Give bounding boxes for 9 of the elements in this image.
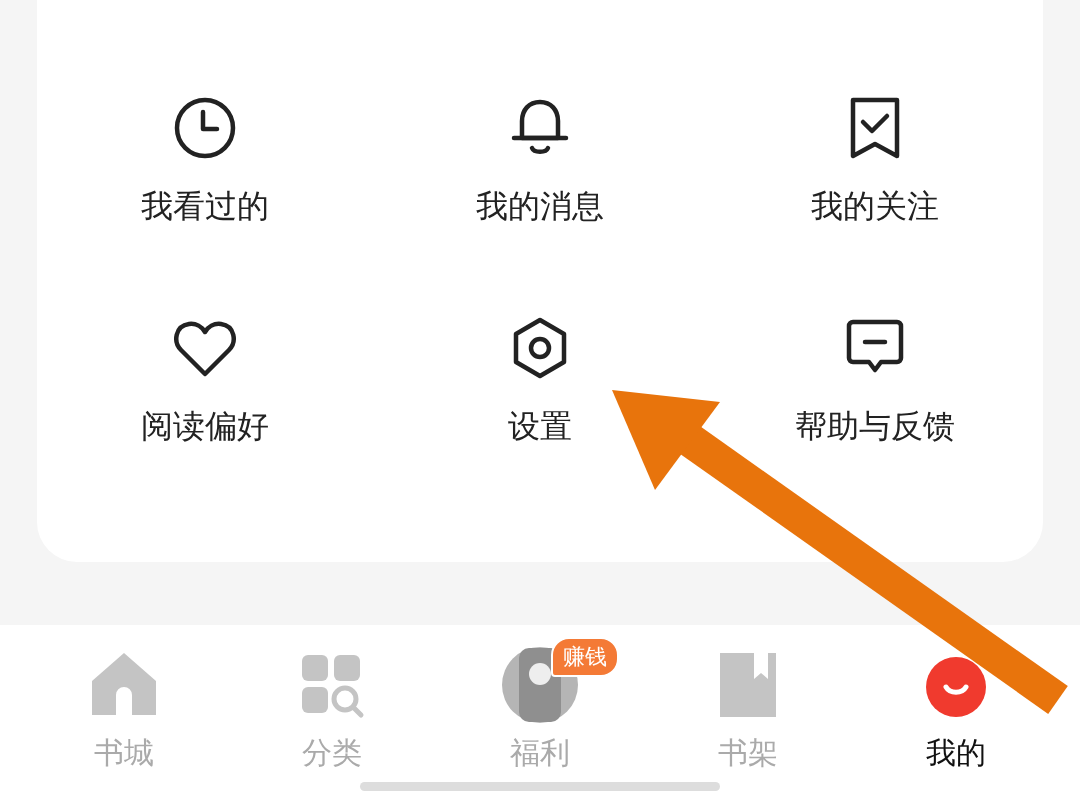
function-item[interactable]: 我的消息 bbox=[372, 96, 708, 226]
function-item[interactable]: 我的关注 bbox=[707, 96, 1043, 226]
function-item[interactable]: 我看过的 bbox=[37, 96, 373, 226]
function-item[interactable]: 设置 bbox=[372, 316, 708, 446]
clock-icon bbox=[172, 96, 237, 160]
function-item[interactable]: 帮助与反馈 bbox=[707, 316, 1043, 446]
function-item[interactable]: 阅读偏好 bbox=[37, 316, 373, 446]
tab[interactable]: 我的 bbox=[852, 625, 1060, 774]
badge: 赚钱 bbox=[551, 637, 619, 677]
